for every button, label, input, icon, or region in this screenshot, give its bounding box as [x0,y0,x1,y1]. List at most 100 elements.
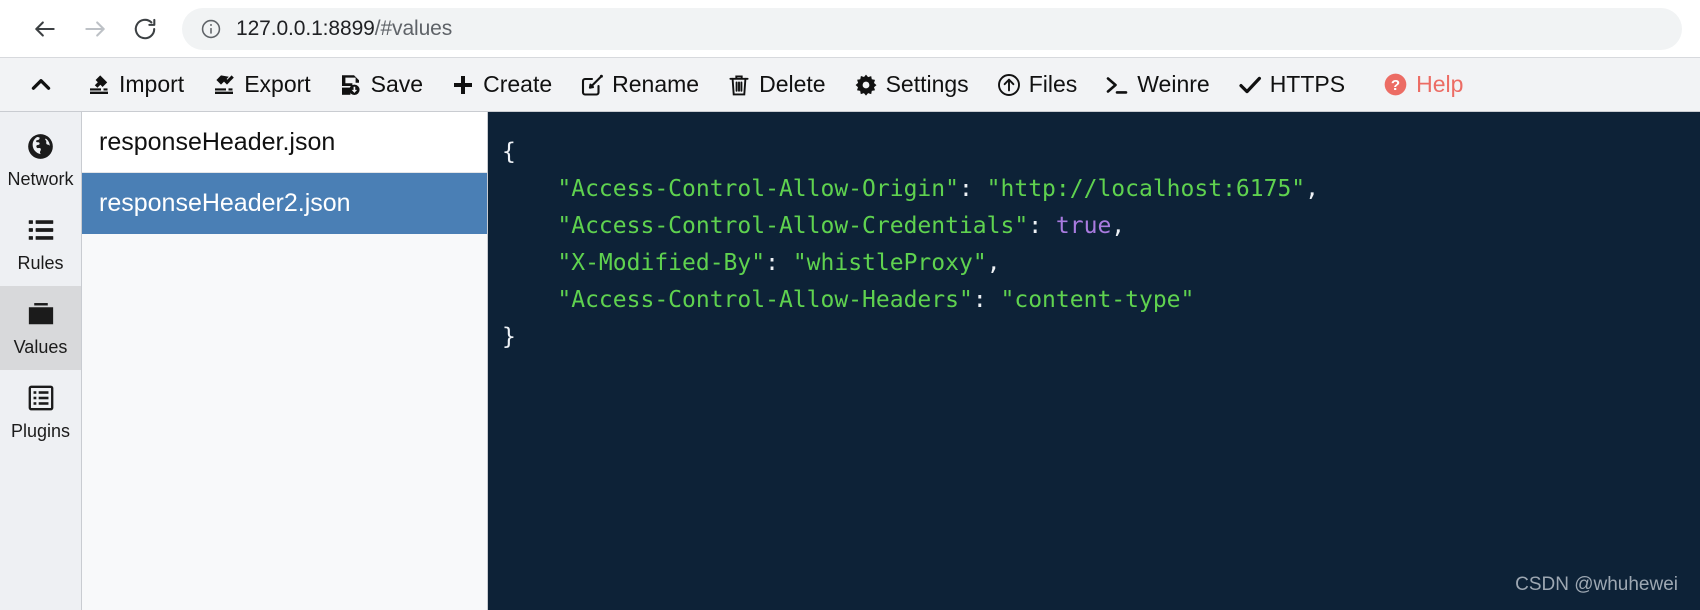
gear-icon [854,73,878,97]
code-token-key: "X-Modified-By" [557,250,766,276]
collapse-toolbar-button[interactable] [18,63,72,107]
address-bar-text: 127.0.0.1:8899/#values [236,17,452,41]
whistle-app-window: 127.0.0.1:8899/#values Import Export Sav… [0,0,1700,610]
rename-button[interactable]: Rename [567,63,712,107]
plugins-icon [27,382,55,414]
list-item[interactable]: responseHeader.json [82,112,487,173]
sidebar-item-rules-label: Rules [17,253,64,273]
reload-button[interactable] [122,6,168,52]
code-token-punc: , [986,250,1001,276]
url-path: /#values [374,16,453,40]
code-line: } [502,319,1700,356]
code-line: "X-Modified-By": "whistleProxy", [502,245,1700,282]
question-circle-icon: ? [1383,72,1408,97]
svg-text:?: ? [1391,77,1400,94]
export-icon [212,73,236,97]
code-token-key: "Access-Control-Allow-Origin" [557,176,959,202]
code-token-str: "content-type" [1000,287,1195,313]
code-token-punc [502,250,557,276]
files-button[interactable]: Files [984,63,1091,107]
file-list-empty-area [82,234,487,610]
chevron-up-icon [28,72,54,98]
code-token-punc: : [972,287,1001,313]
main-area: Network Rules Values Plugins responseHea… [0,112,1700,610]
code-line: { [502,134,1700,171]
values-file-list: responseHeader.json responseHeader2.json [82,112,488,610]
create-button[interactable]: Create [438,63,565,107]
code-token-punc: } [502,324,516,350]
weinre-label: Weinre [1137,71,1210,97]
https-label: HTTPS [1269,71,1346,97]
https-button[interactable]: HTTPS [1225,63,1358,107]
watermark: CSDN @whuhewei [1515,574,1678,595]
delete-button[interactable]: Delete [714,63,838,107]
sidebar-item-network-label: Network [7,169,74,189]
arrow-left-icon [32,16,58,42]
save-label: Save [370,71,424,97]
reload-icon [132,16,158,42]
import-button[interactable]: Import [74,63,197,107]
trash-icon [727,73,751,97]
code-token-str: "http://localhost:6175" [986,176,1306,202]
terminal-icon [1105,73,1129,97]
import-icon [87,73,111,97]
upload-circle-icon [997,73,1021,97]
export-button[interactable]: Export [199,63,323,107]
code-token-punc: , [1305,176,1320,202]
sidebar-item-rules[interactable]: Rules [0,202,81,286]
code-token-punc [502,176,557,202]
url-host: 127.0.0.1:8899 [236,16,375,40]
whistle-toolbar: Import Export Save Create Rename Delete … [0,57,1700,112]
code-token-bool: true [1055,213,1112,239]
settings-label: Settings [885,71,969,97]
sidebar-item-values[interactable]: Values [0,286,81,370]
arrow-right-icon [82,16,108,42]
save-button[interactable]: Save [326,63,436,107]
rename-label: Rename [612,71,700,97]
globe-icon [26,130,55,162]
back-button[interactable] [22,6,68,52]
help-label: Help [1416,71,1464,97]
sidebar-item-network[interactable]: Network [0,118,81,202]
code-token-punc [502,287,557,313]
code-token-str: "whistleProxy" [792,250,987,276]
browser-toolbar: 127.0.0.1:8899/#values [0,0,1700,57]
code-token-key: "Access-Control-Allow-Credentials" [557,213,1029,239]
help-button[interactable]: ? Help [1370,63,1476,107]
sidebar-item-plugins-label: Plugins [10,421,71,441]
list-item-label: responseHeader2.json [99,188,351,217]
export-label: Export [244,71,311,97]
sidebar-item-values-label: Values [13,337,68,357]
info-circle-icon[interactable] [200,18,222,40]
folder-icon [27,298,55,330]
code-line: "Access-Control-Allow-Origin": "http://l… [502,171,1700,208]
json-editor-content[interactable]: { "Access-Control-Allow-Origin": "http:/… [502,134,1700,356]
code-token-key: "Access-Control-Allow-Headers" [557,287,973,313]
code-token-punc: : [1028,213,1056,239]
files-label: Files [1028,71,1078,97]
code-token-punc: { [502,139,516,165]
list-icon [27,214,55,246]
create-label: Create [483,71,553,97]
settings-button[interactable]: Settings [841,63,982,107]
code-token-punc: , [1111,213,1126,239]
address-bar[interactable]: 127.0.0.1:8899/#values [182,7,1682,50]
import-label: Import [119,71,185,97]
sidebar-item-plugins[interactable]: Plugins [0,370,81,454]
list-item[interactable]: responseHeader2.json [82,173,487,234]
check-icon [1238,73,1262,97]
code-line: "Access-Control-Allow-Credentials": true… [502,208,1700,245]
code-token-punc [502,213,557,239]
code-token-punc: : [958,176,987,202]
edit-square-icon [580,73,604,97]
forward-button[interactable] [72,6,118,52]
json-editor[interactable]: { "Access-Control-Allow-Origin": "http:/… [488,112,1700,610]
save-icon [339,73,363,97]
list-item-label: responseHeader.json [99,127,336,156]
delete-label: Delete [759,71,826,97]
code-token-punc: : [765,250,793,276]
code-line: "Access-Control-Allow-Headers": "content… [502,282,1700,319]
left-sidebar: Network Rules Values Plugins [0,112,82,610]
weinre-button[interactable]: Weinre [1092,63,1222,107]
plus-icon [451,73,475,97]
